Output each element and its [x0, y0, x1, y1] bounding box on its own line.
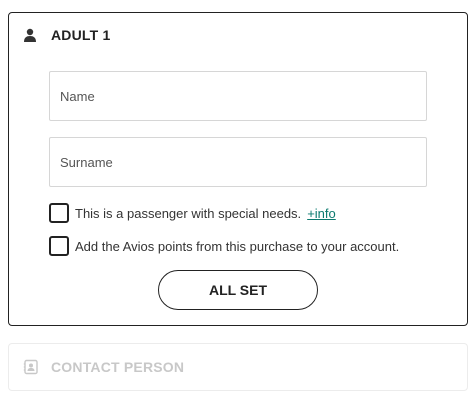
person-icon	[24, 28, 36, 42]
name-input[interactable]	[60, 72, 426, 120]
passenger-title: ADULT 1	[51, 27, 111, 43]
special-needs-checkbox[interactable]	[49, 203, 69, 223]
special-needs-label: This is a passenger with special needs.	[75, 205, 302, 221]
contact-card-icon	[23, 359, 38, 375]
contact-person-title: CONTACT PERSON	[51, 359, 185, 375]
passenger-card: ADULT 1 This is a passenger with special…	[8, 12, 468, 326]
avios-checkbox[interactable]	[49, 236, 69, 256]
name-field[interactable]	[49, 71, 427, 121]
surname-field[interactable]	[49, 137, 427, 187]
special-needs-row: This is a passenger with special needs. …	[49, 203, 336, 223]
contact-person-card: CONTACT PERSON	[8, 343, 468, 391]
avios-row: Add the Avios points from this purchase …	[49, 236, 399, 256]
all-set-button[interactable]: ALL SET	[158, 270, 318, 310]
info-link[interactable]: +info	[307, 206, 336, 221]
passenger-header: ADULT 1	[23, 26, 110, 44]
contact-person-header: CONTACT PERSON	[23, 358, 184, 376]
surname-input[interactable]	[60, 138, 426, 186]
avios-label: Add the Avios points from this purchase …	[75, 238, 400, 254]
